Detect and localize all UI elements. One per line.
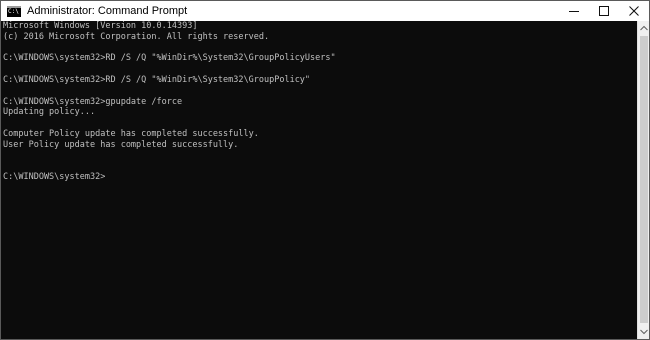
console-line: Microsoft Windows [Version 10.0.14393] — [3, 21, 198, 31]
console-line: Updating policy... — [3, 107, 96, 118]
console-line: (c) 2016 Microsoft Corporation. All righ… — [3, 31, 270, 42]
scroll-up-button[interactable] — [638, 21, 650, 35]
minimize-icon — [569, 11, 579, 12]
console-line[interactable]: C:\WINDOWS\system32> — [3, 172, 637, 183]
command-prompt-icon: C:\ — [7, 5, 21, 17]
vertical-scrollbar[interactable] — [637, 21, 649, 339]
scrollbar-thumb[interactable] — [640, 36, 648, 323]
title-bar[interactable]: C:\ Administrator: Command Prompt — [1, 1, 649, 21]
console-output[interactable]: Microsoft Windows [Version 10.0.14393] (… — [1, 21, 637, 339]
chevron-up-icon — [640, 25, 648, 31]
console-line: Computer Policy update has completed suc… — [3, 128, 259, 139]
console-line: C:\WINDOWS\system32>RD /S /Q "%WinDir%\S… — [3, 53, 336, 64]
console-line: C:\WINDOWS\system32>gpupdate /force — [3, 96, 183, 107]
maximize-button[interactable] — [589, 1, 619, 21]
console-line: User Policy update has completed success… — [3, 139, 239, 150]
close-button[interactable] — [619, 1, 649, 21]
scroll-down-button[interactable] — [638, 325, 650, 339]
window-title: Administrator: Command Prompt — [27, 5, 188, 17]
maximize-icon — [599, 6, 609, 16]
close-icon — [629, 6, 639, 16]
console-line: C:\WINDOWS\system32>RD /S /Q "%WinDir%\S… — [3, 74, 311, 85]
chevron-down-icon — [640, 329, 648, 335]
minimize-button[interactable] — [559, 1, 589, 21]
command-prompt-window: C:\ Administrator: Command Prompt Micros… — [0, 0, 650, 340]
